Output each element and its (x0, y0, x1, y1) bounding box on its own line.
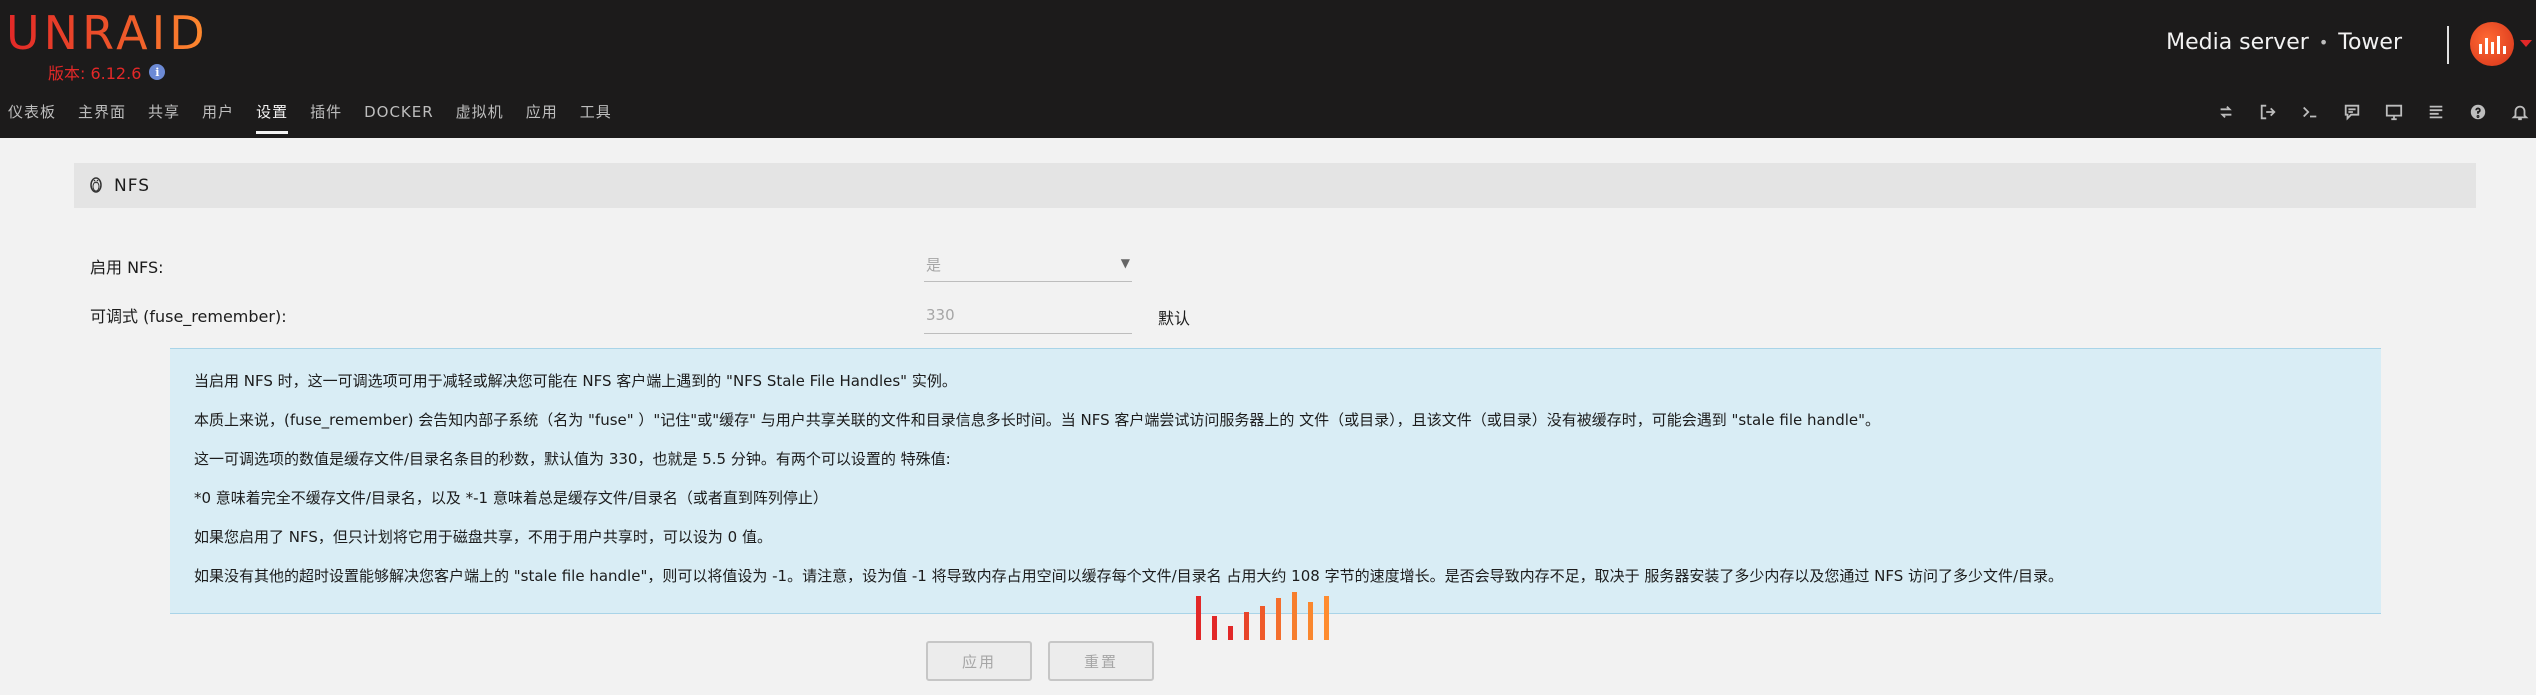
server-description: Media server (2166, 30, 2309, 55)
enable-nfs-label: 启用 NFS: (90, 258, 164, 277)
help-icon[interactable] (2468, 102, 2488, 122)
dropdown-arrow-icon: ▼ (1120, 256, 1130, 270)
nav-item-shares[interactable]: 共享 (148, 100, 194, 130)
feedback-icon[interactable] (2342, 102, 2362, 122)
apply-button[interactable]: 应用 (926, 641, 1032, 681)
monitor-icon[interactable] (2384, 102, 2404, 122)
help-paragraph: *0 意味着完全不缓存文件/目录名，以及 *-1 意味着总是缓存文件/目录名（或… (194, 489, 828, 507)
log-icon[interactable] (2426, 102, 2446, 122)
header: UNRAID 版本: 6.12.6 i Media server • Tower… (0, 0, 2536, 138)
nav-item-dashboard[interactable]: 仪表板 (8, 100, 70, 130)
reset-button[interactable]: 重置 (1048, 641, 1154, 681)
section-title: NFS (114, 175, 150, 196)
fuse-remember-input[interactable]: 330 (924, 300, 1132, 334)
enable-nfs-value: 是 (926, 256, 942, 274)
version-info: 版本: 6.12.6 i (48, 60, 166, 84)
help-paragraph: 如果您启用了 NFS，但只计划将它用于磁盘共享，不用于用户共享时，可以设为 0 … (194, 528, 772, 546)
fuse-remember-label: 可调式 (fuse_remember): (90, 307, 287, 326)
nav-item-settings[interactable]: 设置 (256, 100, 302, 134)
nav-item-docker[interactable]: DOCKER (364, 100, 448, 130)
chevron-down-icon[interactable] (2520, 40, 2532, 47)
fuse-remember-placeholder: 330 (926, 306, 955, 324)
server-separator: • (2318, 33, 2329, 52)
default-label: 默认 (1158, 309, 1191, 328)
header-toolbar (2216, 102, 2536, 122)
section-title-bar: NFS (74, 163, 2476, 208)
nav-item-apps[interactable]: 应用 (526, 100, 572, 130)
nav-item-plugins[interactable]: 插件 (310, 100, 356, 130)
version-label[interactable]: 版本: 6.12.6 (48, 60, 141, 84)
enable-nfs-select[interactable]: 是 ▼ (924, 248, 1132, 282)
linux-penguin-icon (88, 175, 104, 197)
terminal-icon[interactable] (2300, 102, 2320, 122)
help-paragraph: 当启用 NFS 时，这一可调选项可用于减轻或解决您可能在 NFS 客户端上遇到的… (194, 372, 957, 390)
nav-item-tools[interactable]: 工具 (580, 100, 626, 130)
notification-bell-icon[interactable] (2510, 102, 2530, 122)
server-name: Tower (2338, 30, 2402, 55)
nav-item-users[interactable]: 用户 (202, 100, 248, 130)
header-divider (2447, 26, 2449, 64)
nav-item-vms[interactable]: 虚拟机 (456, 100, 518, 130)
user-avatar[interactable] (2470, 22, 2514, 66)
nav-item-main[interactable]: 主界面 (78, 100, 140, 130)
server-identity: Media server • Tower (2166, 30, 2402, 55)
main-nav: 仪表板 主界面 共享 用户 设置 插件 DOCKER 虚拟机 应用 工具 (0, 100, 626, 134)
logout-icon[interactable] (2258, 102, 2278, 122)
help-panel: 当启用 NFS 时，这一可调选项可用于减轻或解决您可能在 NFS 客户端上遇到的… (170, 348, 2381, 614)
help-paragraph: 这一可调选项的数值是缓存文件/目录名条目的秒数，默认值为 330，也就是 5.5… (194, 450, 951, 468)
info-icon[interactable]: i (149, 64, 166, 80)
help-paragraph: 本质上来说，(fuse_remember) 会告知内部子系统（名为 "fuse"… (194, 411, 1881, 429)
sync-icon[interactable] (2216, 102, 2236, 122)
loading-spinner (1196, 590, 1336, 640)
unraid-logo[interactable]: UNRAID (6, 6, 209, 60)
help-paragraph: 如果没有其他的超时设置能够解决您客户端上的 "stale file handle… (194, 567, 2064, 585)
